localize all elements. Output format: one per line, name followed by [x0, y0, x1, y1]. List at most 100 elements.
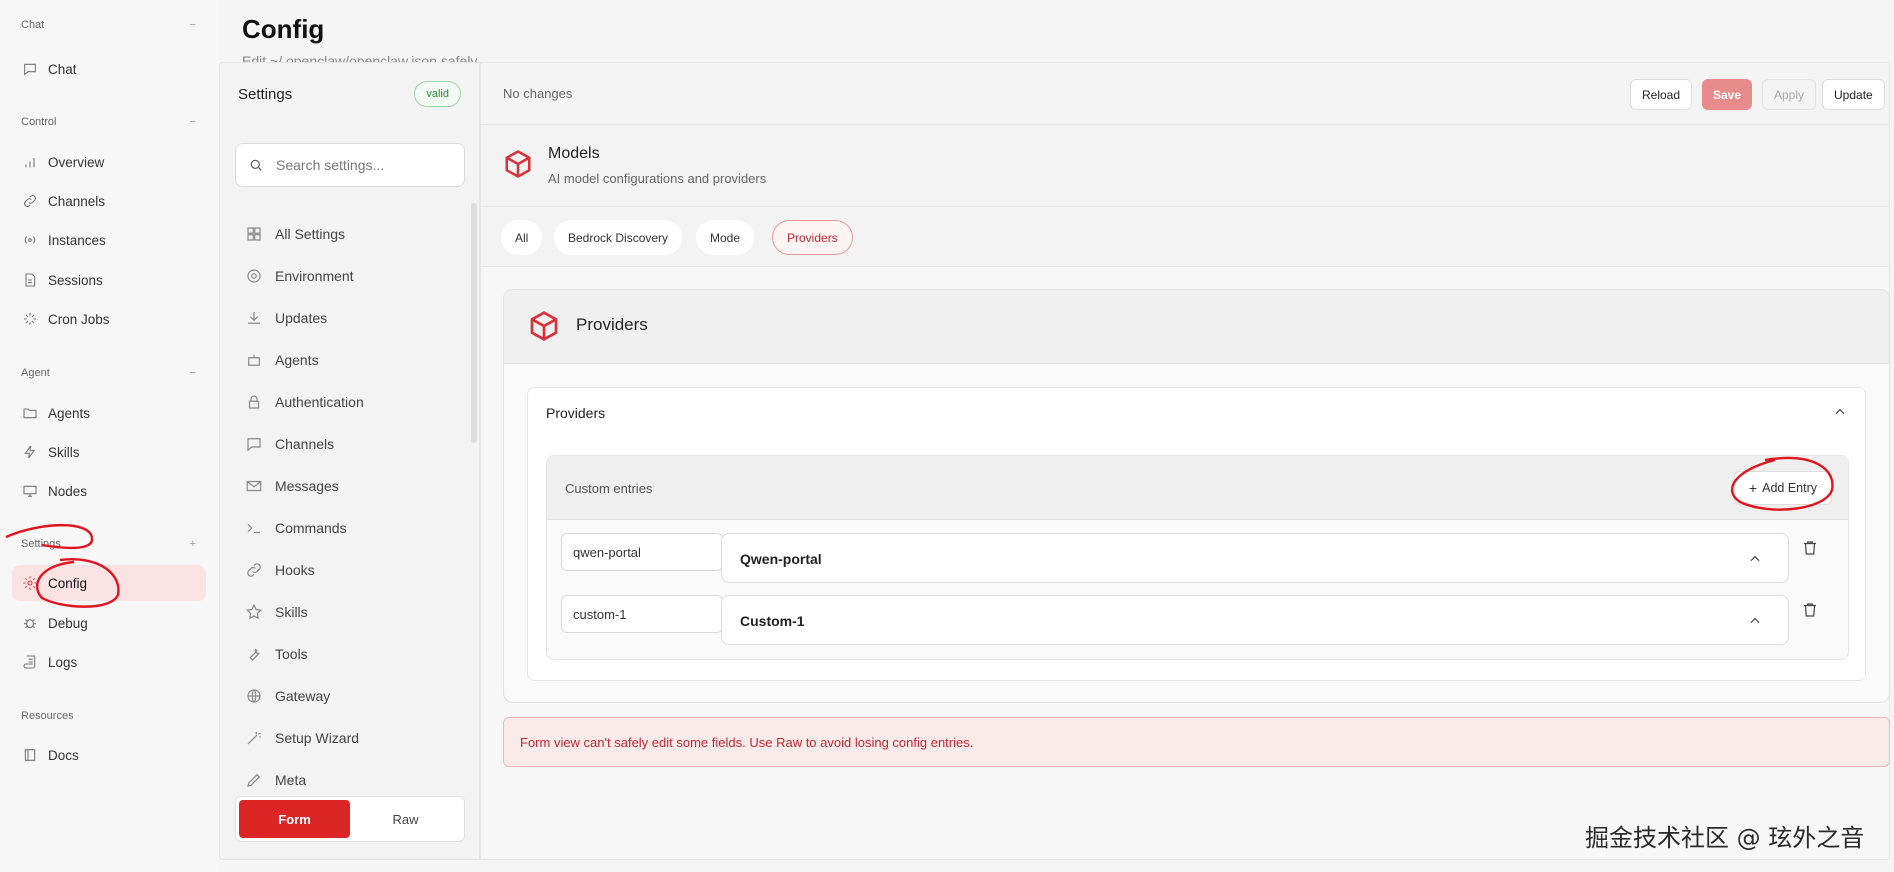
radio-icon — [24, 236, 36, 244]
custom-entries-header: Custom entries + Add Entry — [547, 456, 1848, 520]
link-icon — [247, 563, 261, 577]
message-icon — [24, 63, 36, 76]
form-raw-toggle: Form Raw — [235, 796, 465, 842]
nav-item-docs[interactable]: Docs — [12, 737, 206, 773]
config-main: No changes Reload Save Apply Update Mode… — [480, 62, 1890, 860]
settings-item-agents[interactable]: Agents — [220, 339, 465, 381]
download-icon — [248, 312, 260, 324]
watermark: 掘金技术社区 @ 玹外之音 — [1585, 824, 1865, 852]
entry-row: Qwen-portal — [561, 533, 1851, 583]
nav-item-chat[interactable]: Chat — [12, 51, 206, 87]
entry-value-dropdown[interactable]: Qwen-portal — [721, 533, 1789, 583]
nav-group-agent[interactable]: Agent − — [21, 367, 196, 379]
settings-item-commands[interactable]: Commands — [220, 507, 465, 549]
nav-group-settings[interactable]: Settings + — [21, 538, 196, 550]
trash-icon[interactable] — [1801, 601, 1819, 619]
entry-value-dropdown[interactable]: Custom-1 — [721, 595, 1789, 645]
settings-panel: Settings valid All Settings Environment … — [219, 62, 480, 860]
tab-bedrock-discovery[interactable]: Bedrock Discovery — [554, 220, 683, 255]
scroll-icon — [23, 655, 36, 669]
settings-item-updates[interactable]: Updates — [220, 297, 465, 339]
nav-item-sessions[interactable]: Sessions — [12, 262, 206, 298]
globe-icon — [247, 689, 261, 703]
grid-icon — [247, 227, 261, 241]
nav-item-config[interactable]: Config — [12, 565, 206, 601]
tab-providers[interactable]: Providers — [772, 220, 853, 255]
settings-header: Settings valid — [220, 63, 479, 125]
providers-card-title: Providers — [576, 315, 648, 334]
section-header: Models AI model configurations and provi… — [481, 125, 1889, 207]
settings-item-meta[interactable]: Meta — [220, 759, 465, 787]
settings-search[interactable] — [235, 143, 465, 187]
chevron-up-icon — [1750, 555, 1760, 562]
custom-entries-title: Custom entries — [565, 481, 653, 496]
nav-group-chat[interactable]: Chat − — [21, 19, 196, 31]
zap-icon — [24, 445, 36, 459]
nav-item-skills[interactable]: Skills — [12, 434, 206, 470]
wrench-icon — [249, 648, 260, 661]
monitor-icon — [23, 485, 37, 497]
nav-item-cron-jobs[interactable]: Cron Jobs — [12, 301, 206, 337]
terminal-icon — [247, 523, 260, 534]
folder-icon — [23, 408, 37, 419]
loader-icon — [24, 313, 36, 325]
entry-key-input[interactable] — [561, 533, 723, 571]
search-icon — [250, 159, 262, 171]
nav-item-debug[interactable]: Debug — [12, 605, 206, 641]
custom-entries: Custom entries + Add Entry Qwen-portal — [546, 455, 1849, 660]
page-subtitle: Edit ~/.openclaw/openclaw.json safely — [242, 53, 478, 62]
settings-item-channels[interactable]: Channels — [220, 423, 465, 465]
mail-icon — [246, 480, 262, 492]
tab-mode[interactable]: Mode — [696, 220, 755, 255]
section-tabs: All Bedrock Discovery Mode Providers — [481, 207, 1889, 267]
change-status: No changes — [503, 86, 573, 101]
update-button[interactable]: Update — [1822, 79, 1885, 110]
reload-button[interactable]: Reload — [1630, 79, 1693, 110]
settings-item-hooks[interactable]: Hooks — [220, 549, 465, 591]
settings-item-messages[interactable]: Messages — [220, 465, 465, 507]
book-icon — [24, 749, 36, 761]
settings-title: Settings — [238, 85, 293, 103]
settings-item-tools[interactable]: Tools — [220, 633, 465, 675]
search-input[interactable] — [276, 157, 456, 173]
settings-item-authentication[interactable]: Authentication — [220, 381, 465, 423]
tab-all[interactable]: All — [501, 220, 543, 255]
trash-icon[interactable] — [1801, 539, 1819, 557]
nav-item-overview[interactable]: Overview — [12, 144, 206, 180]
nav-item-instances[interactable]: Instances — [12, 222, 206, 258]
settings-item-skills[interactable]: Skills — [220, 591, 465, 633]
lock-icon — [248, 395, 260, 409]
nav-item-agents[interactable]: Agents — [12, 395, 206, 431]
providers-card: Providers Providers Custom entries + Add… — [503, 289, 1890, 703]
nav-item-channels[interactable]: Channels — [12, 183, 206, 219]
providers-section-title[interactable]: Providers — [546, 405, 605, 421]
providers-card-header: Providers — [504, 290, 1889, 364]
form-mode-button[interactable]: Form — [239, 800, 350, 838]
entry-key-input[interactable] — [561, 595, 723, 633]
action-bar: No changes Reload Save Apply Update — [481, 63, 1889, 125]
cube-icon — [530, 311, 558, 341]
gear-icon — [23, 576, 37, 590]
add-entry-button[interactable]: + Add Entry — [1733, 471, 1832, 505]
settings-scrollbar[interactable] — [471, 203, 477, 443]
raw-mode-button[interactable]: Raw — [350, 800, 461, 838]
nav-group-control[interactable]: Control − — [21, 116, 196, 128]
apply-button[interactable]: Apply — [1762, 79, 1817, 110]
settings-item-all[interactable]: All Settings — [220, 213, 465, 255]
settings-item-environment[interactable]: Environment — [220, 255, 465, 297]
chevron-up-icon[interactable] — [1833, 405, 1847, 419]
cube-icon — [505, 150, 531, 178]
gear-icon — [247, 269, 261, 283]
chevron-up-icon — [1750, 617, 1760, 624]
section-subtitle: AI model configurations and providers — [548, 171, 767, 186]
message-icon — [247, 438, 261, 452]
plus-icon: + — [1748, 480, 1758, 496]
providers-section: Providers Custom entries + Add Entry Qwe… — [527, 387, 1866, 681]
nav-item-logs[interactable]: Logs — [12, 644, 206, 680]
nav-group-resources: Resources — [21, 710, 74, 722]
pen-icon — [247, 773, 261, 787]
settings-item-setup-wizard[interactable]: Setup Wizard — [220, 717, 465, 759]
nav-item-nodes[interactable]: Nodes — [12, 473, 206, 509]
settings-item-gateway[interactable]: Gateway — [220, 675, 465, 717]
save-button[interactable]: Save — [1702, 79, 1753, 110]
